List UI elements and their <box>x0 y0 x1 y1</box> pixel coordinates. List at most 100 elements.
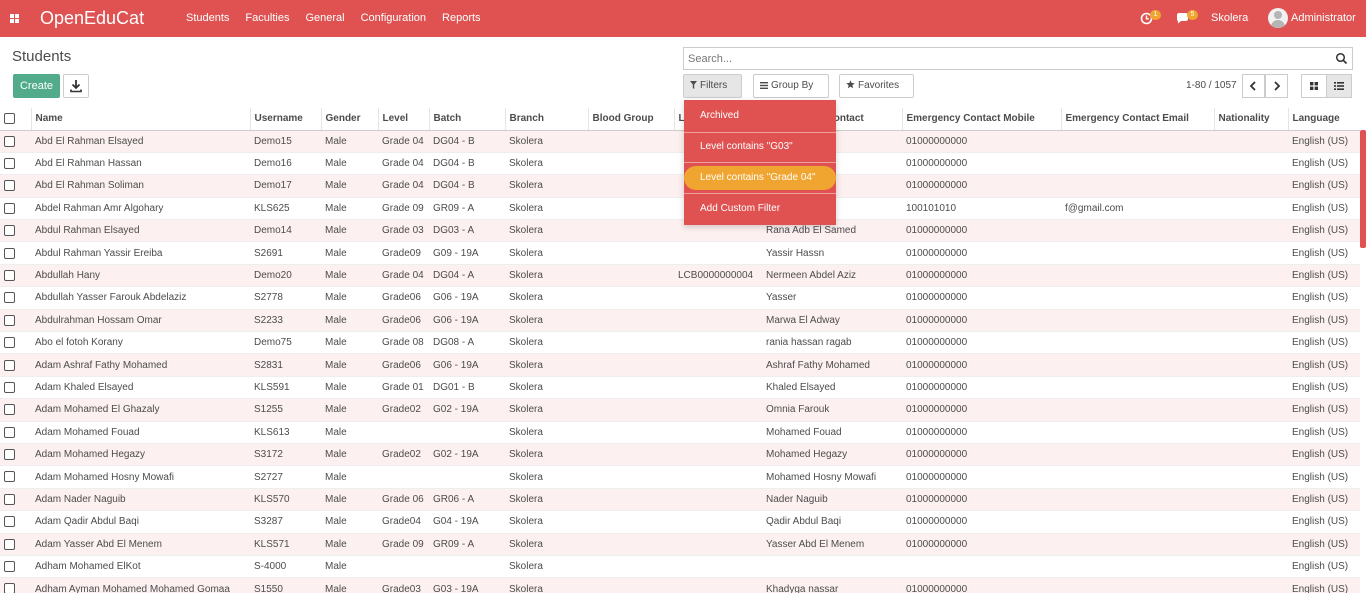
apps-menu-icon[interactable] <box>10 14 19 23</box>
column-header-nationality[interactable]: Nationality <box>1214 108 1289 131</box>
table-row[interactable]: Abdel Rahman Amr Algohary KLS625 Male Grade… <box>0 197 1360 221</box>
table-row[interactable]: Adam Yasser Abd El Menem KLS571 Male Grade … <box>0 533 1360 556</box>
cell-language: English (US) <box>1288 398 1360 422</box>
column-header-name[interactable]: Name <box>31 108 251 131</box>
row-checkbox[interactable] <box>4 516 15 528</box>
filter-level-g03[interactable]: Level contains "G03" <box>684 135 836 159</box>
row-checkbox[interactable] <box>4 269 15 281</box>
search-icon[interactable] <box>1335 52 1348 65</box>
column-header-language[interactable]: Language <box>1288 108 1360 131</box>
row-checkbox[interactable] <box>4 381 15 393</box>
cell-branch: Skolera <box>505 465 588 489</box>
select-all-checkbox[interactable] <box>4 113 15 125</box>
row-checkbox[interactable] <box>4 449 15 461</box>
cell-blood-group <box>588 331 674 355</box>
cell-gender: Male <box>321 465 378 489</box>
cell-batch: DG04 - B <box>429 174 505 198</box>
row-checkbox[interactable] <box>4 158 15 170</box>
column-header-level[interactable]: Level <box>378 108 430 131</box>
row-checkbox[interactable] <box>4 292 15 304</box>
cell-emergency-email <box>1061 577 1214 593</box>
column-header-emergency-mobile[interactable]: Emergency Contact Mobile <box>902 108 1062 131</box>
filter-level-grade-04[interactable]: Level contains "Grade 04" <box>684 166 836 190</box>
cell-emergency-email <box>1061 130 1214 153</box>
filter-archived[interactable]: Archived <box>684 104 836 128</box>
brand-logo[interactable]: OpenEduCat <box>40 8 144 29</box>
cell-blood-group <box>588 219 674 243</box>
cell-emergency-email <box>1061 465 1214 489</box>
table-row[interactable]: Adam Qadir Abdul Baqi S3287 Male Grade04 G04… <box>0 510 1360 534</box>
table-row[interactable]: Adam Ashraf Fathy Mohamed S2831 Male Grade0… <box>0 353 1360 377</box>
cell-nationality <box>1214 331 1288 355</box>
column-header-blood-group[interactable]: Blood Group <box>588 108 675 131</box>
table-row[interactable]: Abd El Rahman Soliman Demo17 Male Grade 04 D… <box>0 174 1360 198</box>
cell-emergency-mobile: 01000000000 <box>902 309 1061 333</box>
table-row[interactable]: Abdulrahman Hossam Omar S2233 Male Grade06 G… <box>0 309 1360 333</box>
row-checkbox[interactable] <box>4 180 15 192</box>
favorites-button[interactable]: Favorites <box>839 74 914 98</box>
table-row[interactable]: Abd El Rahman Elsayed Demo15 Male Grade 04 D… <box>0 130 1360 153</box>
column-header-emergency-email[interactable]: Emergency Contact Email <box>1061 108 1215 131</box>
row-checkbox[interactable] <box>4 135 15 147</box>
list-view-button[interactable] <box>1326 74 1352 98</box>
search-input[interactable] <box>688 51 1318 66</box>
row-checkbox[interactable] <box>4 493 15 505</box>
column-header-username[interactable]: Username <box>250 108 322 131</box>
list-scrollbar-thumb[interactable] <box>1360 130 1366 248</box>
menu-item-reports[interactable]: Reports <box>434 0 489 37</box>
row-checkbox[interactable] <box>4 359 15 371</box>
column-header-gender[interactable]: Gender <box>321 108 379 131</box>
company-switcher[interactable]: Skolera <box>1211 0 1248 37</box>
create-button[interactable]: Create <box>13 74 60 98</box>
pager-value[interactable]: 1-80 / 1057 <box>1186 80 1237 91</box>
column-header-branch[interactable]: Branch <box>505 108 589 131</box>
cell-username: S1255 <box>250 398 321 422</box>
row-checkbox[interactable] <box>4 202 15 214</box>
filters-button[interactable]: Filters <box>683 74 742 98</box>
kanban-view-button[interactable] <box>1301 74 1327 98</box>
group-by-button[interactable]: Group By <box>753 74 829 98</box>
table-row[interactable]: Abdullah Hany Demo20 Male Grade 04 DG04 - AS… <box>0 264 1360 288</box>
row-checkbox[interactable] <box>4 561 15 573</box>
table-row[interactable]: Abo el fotoh Korany Demo75 Male Grade 08 DG0… <box>0 331 1360 355</box>
menu-item-students[interactable]: Students <box>178 0 237 37</box>
table-row[interactable]: Adam Mohamed Hosny Mowafi S2727 Male Skoler… <box>0 465 1360 489</box>
table-row[interactable]: Abdullah Yasser Farouk Abdelaziz S2778 Mal… <box>0 286 1360 310</box>
row-checkbox[interactable] <box>4 426 15 438</box>
add-custom-filter[interactable]: Add Custom Filter <box>684 197 836 221</box>
row-checkbox[interactable] <box>4 538 15 550</box>
export-button[interactable] <box>63 74 89 98</box>
cell-library-card: LCB0000000004 <box>674 264 762 288</box>
cell-name: Adam Mohamed El Ghazaly <box>31 398 250 422</box>
row-checkbox[interactable] <box>4 314 15 326</box>
cell-emergency-mobile: 01000000000 <box>902 219 1061 243</box>
cell-library-card <box>674 353 762 377</box>
table-row[interactable]: Adham Mohamed ElKot S-4000 Male Skolera Engl… <box>0 555 1360 579</box>
row-checkbox[interactable] <box>4 247 15 259</box>
row-checkbox[interactable] <box>4 225 15 237</box>
user-avatar[interactable] <box>1268 8 1288 28</box>
menu-item-general[interactable]: General <box>297 0 352 37</box>
row-checkbox[interactable] <box>4 337 15 349</box>
user-menu[interactable]: Administrator <box>1291 0 1356 37</box>
column-header-batch[interactable]: Batch <box>429 108 506 131</box>
pager-next-button[interactable] <box>1265 74 1288 98</box>
table-row[interactable]: Adam Khaled Elsayed KLS591 Male Grade 01 DG0… <box>0 376 1360 400</box>
table-row[interactable]: Adam Nader Naguib KLS570 Male Grade 06 GR06 … <box>0 488 1360 512</box>
table-row[interactable]: Adam Mohamed Fouad KLS613 Male Skolera Moham… <box>0 421 1360 444</box>
row-checkbox[interactable] <box>4 471 15 483</box>
table-row[interactable]: Abdul Rahman Elsayed Demo14 Male Grade 03 DG… <box>0 219 1360 243</box>
pager-previous-button[interactable] <box>1242 74 1265 98</box>
row-checkbox[interactable] <box>4 583 15 593</box>
table-row[interactable]: Adam Mohamed Hegazy S3172 Male Grade02 G02 -… <box>0 443 1360 467</box>
table-row[interactable]: Abdul Rahman Yassir Ereiba S2691 Male Grade… <box>0 241 1360 265</box>
cell-contact: Omnia Farouk <box>762 398 902 422</box>
row-checkbox[interactable] <box>4 404 15 416</box>
cell-contact: Nermeen Abdel Aziz <box>762 264 902 288</box>
menu-item-configuration[interactable]: Configuration <box>353 0 434 37</box>
menu-item-faculties[interactable]: Faculties <box>237 0 297 37</box>
table-row[interactable]: Abd El Rahman Hassan Demo16 Male Grade 04 DG… <box>0 152 1360 176</box>
table-row[interactable]: Adam Mohamed El Ghazaly S1255 Male Grade02 G… <box>0 398 1360 422</box>
table-row[interactable]: Adham Ayman Mohamed Mohamed Gomaa S1550 Ma… <box>0 577 1360 593</box>
cell-emergency-email <box>1061 488 1214 512</box>
